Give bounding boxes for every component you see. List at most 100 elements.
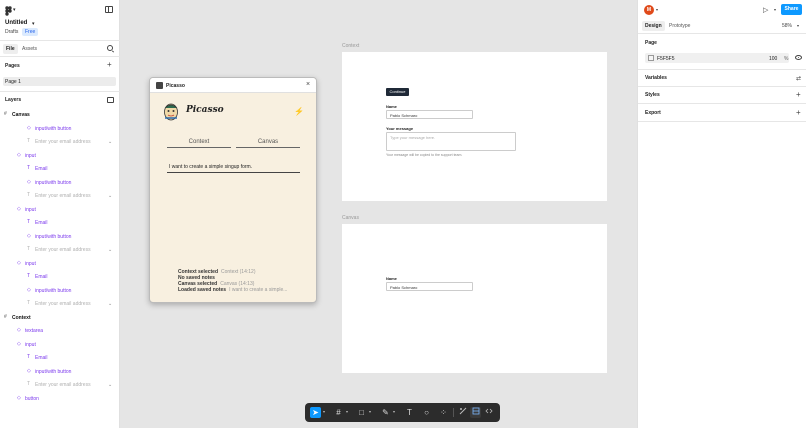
message-textarea[interactable]: Type your message here. [386,132,516,151]
move-tool-caret-icon[interactable]: ▾ [323,409,325,414]
add-page-icon[interactable]: + [107,61,112,69]
layer-row[interactable]: T Email [0,164,120,174]
layer-row[interactable]: ◇ input/with button [0,286,120,296]
chevron-down-icon[interactable]: ⌄ [108,139,112,145]
chevron-down-icon[interactable]: ⌄ [108,382,112,388]
layer-row[interactable]: ◇ button [0,394,120,404]
layer-row[interactable]: T Email [0,353,120,363]
tab-assets[interactable]: Assets [22,46,37,52]
chevron-down-icon[interactable]: ⌄ [108,247,112,253]
canvas-frame[interactable]: Name Pablo Schmaro [342,224,607,373]
chevron-down-icon[interactable]: ⌄ [108,193,112,199]
background-hex[interactable]: F5F5F5 [657,56,675,62]
variables-title[interactable]: Variables [645,75,667,81]
continue-button[interactable]: Continue [386,88,409,96]
layer-row[interactable]: ◇ input [0,151,120,161]
layer-row[interactable]: ◇ input/with button [0,232,120,242]
tab-prototype[interactable]: Prototype [669,23,690,29]
components-tool-icon[interactable]: ⁘ [438,407,449,418]
color-swatch[interactable] [648,55,654,61]
file-menu-caret-icon[interactable]: ▾ [32,21,35,27]
layer-row[interactable]: ◇ textarea [0,326,120,336]
panel-toggle-icon[interactable] [105,6,113,13]
text-layer-icon: T [27,381,31,387]
frame-label-context[interactable]: Context [342,43,359,49]
layer-row[interactable]: # Canvas [0,110,120,120]
shape-tool-icon[interactable]: □ [356,407,367,418]
layer-row[interactable]: T Enter your email address ⌄ [0,299,120,309]
layer-row[interactable]: # Context [0,313,120,323]
text-tool-icon[interactable]: T [404,407,415,418]
layer-label: input [25,206,36,213]
layer-row[interactable]: T Enter your email address ⌄ [0,191,120,201]
text-layer-icon: T [27,219,31,225]
present-play-icon[interactable]: ▷ [763,6,768,14]
layer-row[interactable]: ◇ input/with button [0,367,120,377]
pen-tool-caret-icon[interactable]: ▾ [393,409,395,414]
variables-icon[interactable]: ⇄ [796,75,801,82]
layer-label: Context [12,314,31,321]
layer-label: Enter your email address [35,193,91,199]
background-color-field[interactable]: F5F5F5 100 % [645,53,789,63]
layer-row[interactable]: ◇ input/with button [0,124,120,134]
text-layer-icon: T [27,354,31,360]
component-icon: ◇ [17,327,21,333]
name-input[interactable]: Pablo Schmaro [386,282,473,291]
layer-row[interactable]: T Email [0,218,120,228]
layer-row[interactable]: ◇ input [0,259,120,269]
file-location[interactable]: Drafts [5,29,18,35]
frame-tool-icon[interactable]: # [333,407,344,418]
shape-tool-caret-icon[interactable]: ▾ [369,409,371,414]
avatar-caret-icon[interactable]: ▾ [656,7,658,12]
name-input[interactable]: Pablo Schmaro [386,110,473,119]
search-icon[interactable] [107,45,113,51]
page-item[interactable]: Page 1 [3,77,116,86]
comment-tool-icon[interactable]: ○ [421,407,432,418]
layer-row[interactable]: T Enter your email address ⌄ [0,137,120,147]
context-frame[interactable]: Continue Name Pablo Schmaro Your message… [342,52,607,201]
layer-row[interactable]: ◇ input [0,205,120,215]
toolbar-divider [453,408,454,417]
tab-file[interactable]: File [3,44,18,54]
add-style-icon[interactable]: + [796,91,801,99]
component-icon: ◇ [17,151,21,158]
add-export-icon[interactable]: + [796,109,801,117]
layer-row[interactable]: T Enter your email address ⌄ [0,380,120,390]
draw-mode-icon[interactable] [457,407,468,418]
layer-row[interactable]: ◇ input/with button [0,178,120,188]
zoom-caret-icon[interactable]: ▾ [797,23,799,28]
tab-design[interactable]: Design [642,21,665,31]
lightning-icon[interactable]: ⚡ [294,107,304,116]
frame-label-canvas[interactable]: Canvas [342,215,359,221]
figma-logo-icon[interactable] [5,6,12,18]
layer-row[interactable]: T Enter your email address ⌄ [0,245,120,255]
prompt-input[interactable]: I want to create a simple singup form. [167,163,300,173]
design-mode-icon[interactable] [470,407,481,418]
plan-badge: Free [22,28,39,36]
layers-list-icon[interactable] [107,97,114,103]
plugin-header[interactable]: Picasso × [150,78,316,93]
left-sidebar: ▾ Untitled ▾ Drafts Free File Assets Pag… [0,0,120,428]
share-button[interactable]: Share [781,4,802,15]
main-menu-caret-icon[interactable]: ▾ [13,7,16,13]
divider [0,56,120,57]
dev-mode-icon[interactable] [483,407,494,418]
chevron-down-icon[interactable]: ⌄ [108,301,112,307]
avatar[interactable]: M [644,5,654,15]
layer-row[interactable]: T Email [0,272,120,282]
present-caret-icon[interactable]: ▾ [774,7,776,12]
tab-context[interactable]: Context [167,139,231,148]
close-icon[interactable]: × [306,81,310,88]
tab-canvas[interactable]: Canvas [236,139,300,148]
zoom-level[interactable]: 58% [782,23,792,29]
layer-row[interactable]: ◇ input [0,340,120,350]
eye-icon[interactable] [795,55,802,60]
file-title[interactable]: Untitled [5,20,27,26]
canvas[interactable]: Context Continue Name Pablo Schmaro Your… [120,0,795,428]
text-layer-icon: T [27,165,31,171]
background-opacity[interactable]: 100 [769,56,777,62]
pen-tool-icon[interactable]: ✎ [380,407,391,418]
move-tool-icon[interactable]: ➤ [310,407,321,418]
frame-tool-caret-icon[interactable]: ▾ [346,409,348,414]
text-layer-icon: T [27,273,31,279]
